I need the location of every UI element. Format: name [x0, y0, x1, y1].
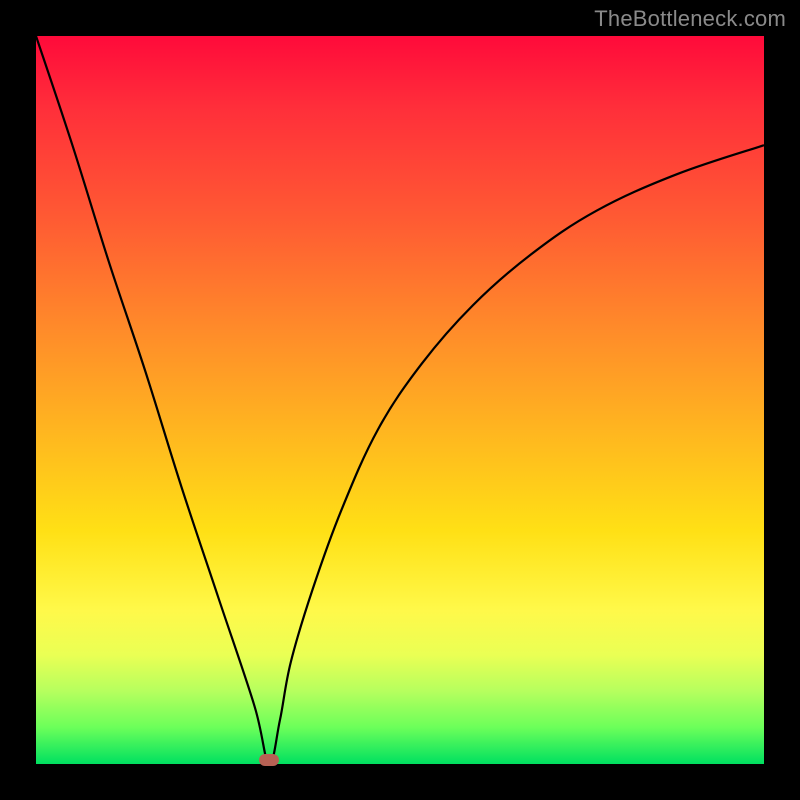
- watermark-text: TheBottleneck.com: [594, 6, 786, 32]
- chart-frame: TheBottleneck.com: [0, 0, 800, 800]
- optimum-marker: [259, 754, 279, 766]
- plot-area: [36, 36, 764, 764]
- bottleneck-curve: [36, 36, 764, 764]
